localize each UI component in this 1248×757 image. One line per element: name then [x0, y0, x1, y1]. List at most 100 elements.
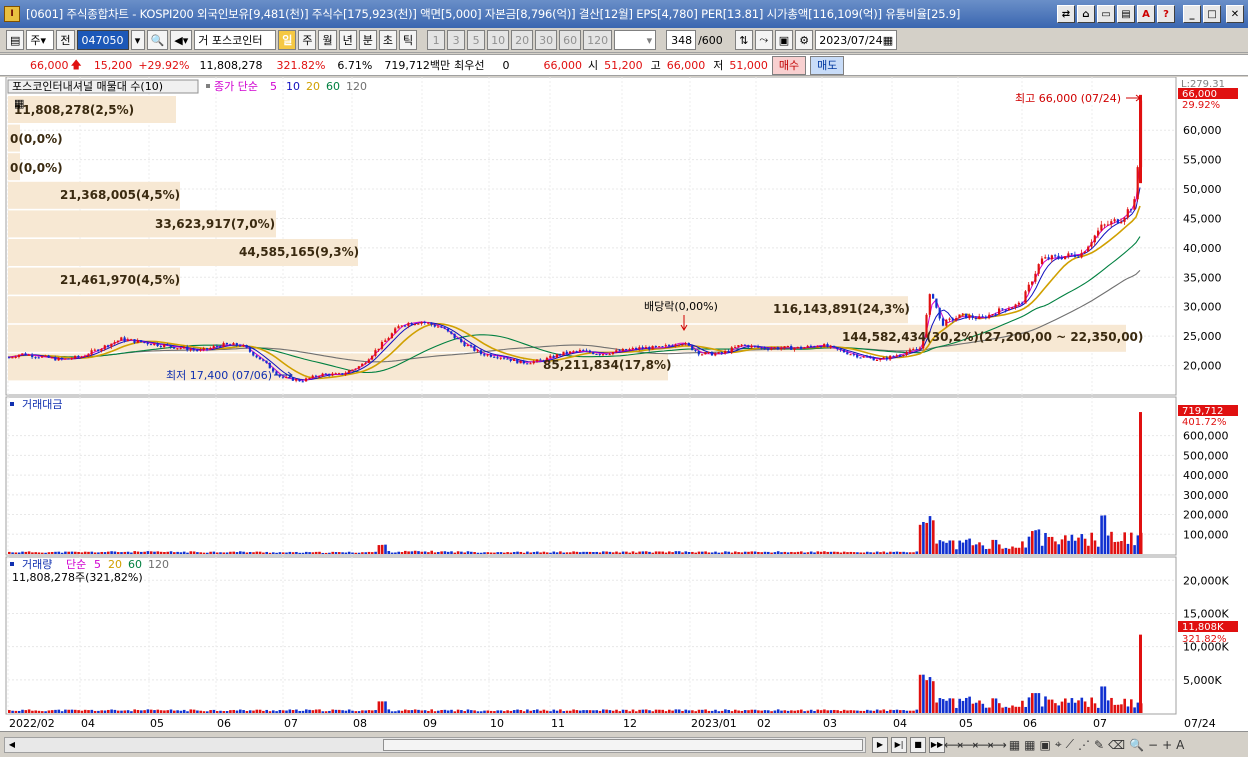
- period-week[interactable]: 주: [298, 30, 317, 50]
- next-icon[interactable]: ▶|: [891, 736, 907, 753]
- speaker-icon[interactable]: ◀▾: [170, 30, 193, 50]
- count-input[interactable]: 348: [666, 30, 697, 50]
- zoom-icon[interactable]: 🔍: [1129, 738, 1144, 752]
- profile-toggle-icon[interactable]: ▦: [14, 97, 24, 110]
- period-second[interactable]: 초: [378, 30, 397, 50]
- compare-icon[interactable]: ⇅: [734, 30, 753, 50]
- pen-icon[interactable]: ✎: [1094, 738, 1104, 752]
- candle-body: [536, 359, 539, 362]
- amount-bar: [37, 552, 41, 554]
- volume-bar: [17, 710, 21, 713]
- period-day[interactable]: 일: [278, 30, 297, 50]
- interval-1[interactable]: 1: [427, 30, 446, 50]
- crosshair-icon[interactable]: ⌖: [1055, 737, 1062, 752]
- volume-bar: [833, 709, 836, 713]
- volume-bar: [948, 698, 952, 713]
- maximize-button[interactable]: □: [1203, 5, 1221, 23]
- erase-icon[interactable]: ⌫: [1108, 738, 1125, 752]
- link-icon[interactable]: ⇄: [1057, 5, 1075, 23]
- interval-30[interactable]: 30: [535, 30, 558, 50]
- interval-10[interactable]: 10: [487, 30, 510, 50]
- grid-icon[interactable]: ▦: [1009, 738, 1020, 752]
- interval-120[interactable]: 120: [583, 30, 613, 50]
- code-dropdown-icon[interactable]: ▾: [130, 30, 145, 50]
- volume-bar: [1113, 704, 1117, 713]
- minus-icon[interactable]: −: [1148, 738, 1158, 752]
- chart-area[interactable]: 포스코인터내셔널 매물대 수(10) 종가 단순 5 10 20 60 120 …: [0, 76, 1248, 731]
- fib-icon[interactable]: ⋰: [1078, 738, 1090, 752]
- stock-chart[interactable]: 포스코인터내셔널 매물대 수(10) 종가 단순 5 10 20 60 120 …: [0, 76, 1248, 731]
- play-icon[interactable]: ▶: [872, 736, 888, 753]
- volume-bar: [225, 711, 229, 713]
- candle-body: [430, 322, 433, 325]
- period-tick[interactable]: 틱: [398, 30, 418, 50]
- amount-label: 거래대금: [22, 398, 62, 411]
- search-icon[interactable]: 🔍: [146, 30, 169, 50]
- amount-bar: [1047, 536, 1051, 554]
- amount-bar: [179, 552, 183, 554]
- buy-button[interactable]: 매수: [771, 55, 807, 75]
- candle-body: [833, 345, 836, 348]
- settings-icon[interactable]: ⚙: [795, 30, 814, 50]
- volume-bar: [941, 699, 945, 713]
- window-icon[interactable]: ▭: [1097, 5, 1115, 23]
- candle-body: [578, 350, 582, 352]
- candle-body: [866, 356, 869, 358]
- date-input[interactable]: 2023/07/24 ▦: [815, 30, 898, 50]
- interval-20[interactable]: 20: [511, 30, 534, 50]
- trend-icon[interactable]: ⟋: [1066, 737, 1074, 752]
- interval-5[interactable]: 5: [467, 30, 486, 50]
- market-select[interactable]: 주 ▾: [26, 30, 55, 50]
- amount-bar: [245, 552, 249, 554]
- candle-body: [496, 357, 499, 359]
- amount-bar: [958, 540, 961, 554]
- volume-bar: [476, 711, 480, 713]
- minimize-button[interactable]: _: [1183, 5, 1201, 23]
- volume-bar: [598, 710, 602, 713]
- candle-body: [971, 315, 974, 319]
- prev-button[interactable]: 전: [56, 30, 75, 50]
- layout-icon[interactable]: ▣: [1040, 738, 1051, 752]
- interval-select[interactable]: ▾: [614, 30, 657, 50]
- period-month[interactable]: 월: [318, 30, 337, 50]
- amount-bar: [149, 551, 153, 554]
- low-note: 최저 17,400 (07/06): [166, 369, 272, 382]
- scroll-thumb[interactable]: [383, 738, 863, 751]
- lock-icon[interactable]: ⌂: [1077, 5, 1095, 23]
- ruler-icon[interactable]: ⟷⟷⟷⟷: [944, 738, 1007, 752]
- chart-line-icon[interactable]: ⤳: [754, 30, 773, 50]
- interval-60[interactable]: 60: [559, 30, 582, 50]
- help-icon[interactable]: ?: [1157, 5, 1175, 23]
- scroll-left-icon[interactable]: ◀: [6, 739, 18, 751]
- sell-button[interactable]: 매도: [810, 55, 845, 75]
- stock-name-field[interactable]: 거 포스코인터: [194, 30, 277, 50]
- candle-body: [70, 358, 73, 360]
- chart-type-icon[interactable]: ▤: [6, 30, 25, 50]
- volume-bar: [215, 711, 219, 713]
- price-tick: 20,000: [1183, 360, 1222, 373]
- stop-icon[interactable]: ■: [910, 736, 926, 753]
- period-year[interactable]: 년: [338, 30, 357, 50]
- font-icon[interactable]: A: [1137, 5, 1155, 23]
- close-button[interactable]: ✕: [1226, 5, 1244, 23]
- volume-bar: [770, 711, 773, 713]
- grid2-icon[interactable]: ▦: [1024, 738, 1035, 752]
- volume-bar: [103, 710, 107, 713]
- save-icon[interactable]: ▣: [774, 30, 794, 50]
- interval-3[interactable]: 3: [447, 30, 466, 50]
- stock-code-input[interactable]: 047050: [76, 30, 129, 50]
- volume-bar: [1120, 704, 1123, 713]
- fast-forward-icon[interactable]: ▶▶: [929, 736, 945, 753]
- amount-bar: [826, 551, 829, 554]
- volume-bar: [671, 710, 674, 713]
- volume-bar: [206, 711, 209, 713]
- amount-bar: [196, 552, 199, 554]
- table-icon[interactable]: ▤: [1117, 5, 1135, 23]
- candle-body: [291, 377, 294, 381]
- period-minute[interactable]: 분: [358, 30, 377, 50]
- amount-bar: [734, 551, 737, 554]
- plus-icon[interactable]: +: [1162, 738, 1172, 752]
- candle-body: [918, 348, 921, 350]
- font-size-icon[interactable]: A: [1176, 738, 1184, 752]
- horizontal-scrollbar[interactable]: ◀: [4, 736, 866, 753]
